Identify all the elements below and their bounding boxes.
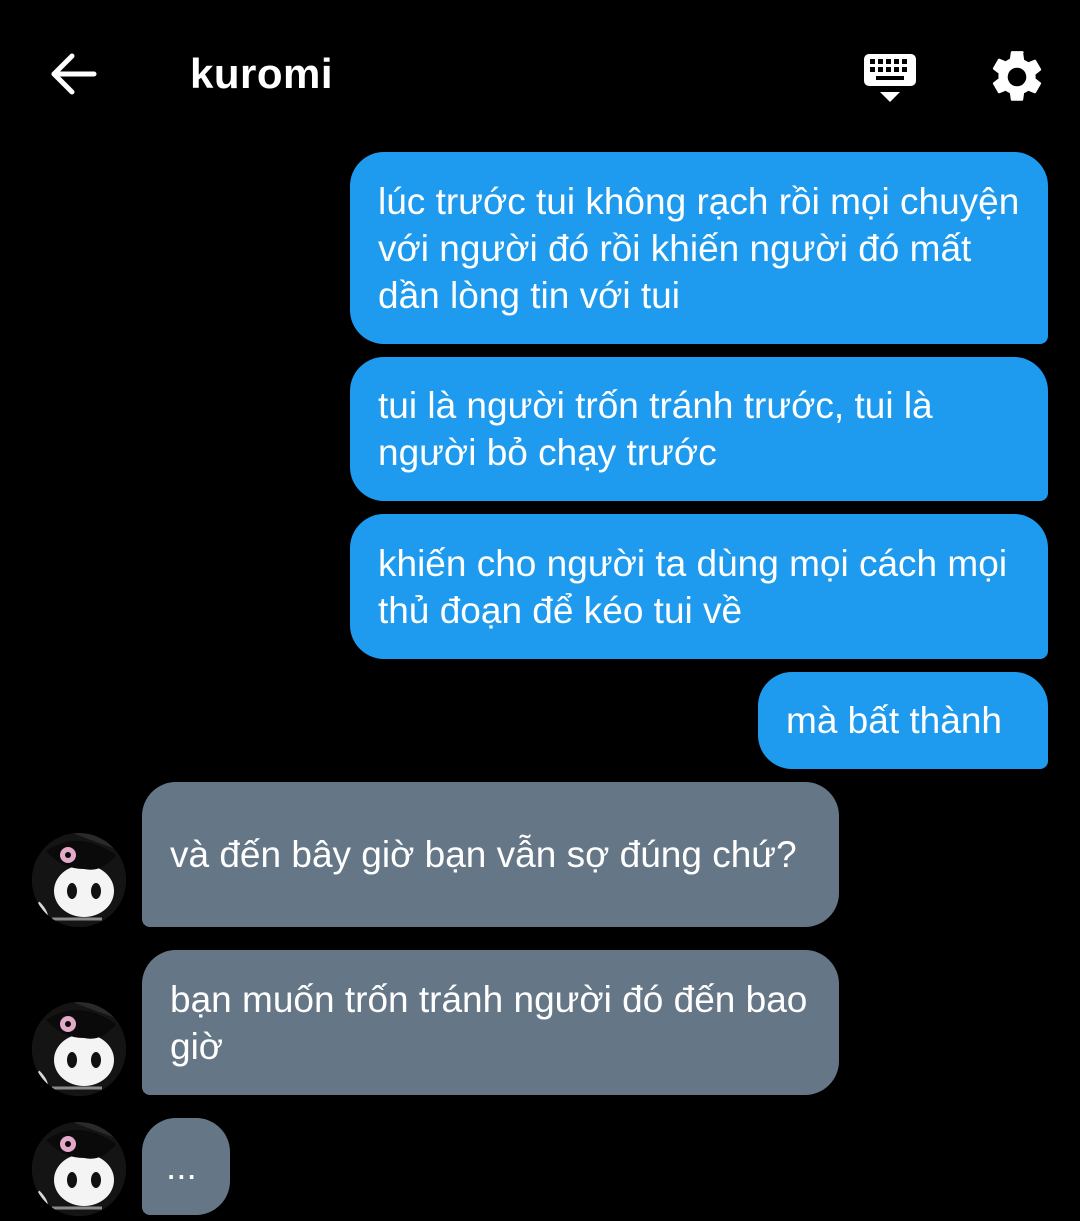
message-text: khiến cho người ta dùng mọi cách mọi thủ… (378, 542, 1008, 631)
chat-header: kuromi (0, 0, 1080, 140)
message-bubble-sent[interactable]: mà bất thành (758, 672, 1048, 769)
message-text: mà bất thành (786, 700, 1002, 741)
keyboard-button[interactable] (858, 48, 922, 106)
message-text: và đến bây giờ bạn vẫn sợ đúng chứ? (170, 834, 797, 875)
message-bubble-received[interactable]: và đến bây giờ bạn vẫn sợ đúng chứ? (142, 782, 839, 927)
avatar[interactable] (32, 1002, 126, 1096)
avatar[interactable] (32, 1122, 126, 1216)
arrow-left-icon (51, 53, 97, 95)
message-text: ... (166, 1146, 197, 1187)
avatar[interactable] (32, 833, 126, 927)
message-bubble-sent[interactable]: lúc trước tui không rạch rồi mọi chuyện … (350, 152, 1048, 344)
typing-indicator-bubble: ... (142, 1118, 230, 1215)
message-bubble-sent[interactable]: tui là người trốn tránh trước, tui là ng… (350, 357, 1048, 501)
kuromi-avatar-icon (32, 1002, 126, 1096)
settings-button[interactable] (986, 46, 1048, 108)
back-button[interactable] (44, 46, 104, 102)
message-bubble-received[interactable]: bạn muốn trốn tránh người đó đến bao giờ (142, 950, 839, 1095)
message-text: bạn muốn trốn tránh người đó đến bao giờ (170, 978, 808, 1067)
message-text: tui là người trốn tránh trước, tui là ng… (378, 385, 933, 473)
kuromi-avatar-icon (32, 1122, 126, 1216)
keyboard-icon (864, 54, 916, 102)
gear-icon (992, 51, 1042, 101)
message-bubble-sent[interactable]: khiến cho người ta dùng mọi cách mọi thủ… (350, 514, 1048, 659)
message-text: lúc trước tui không rạch rồi mọi chuyện … (378, 180, 1020, 316)
kuromi-avatar-icon (32, 833, 126, 927)
chat-title: kuromi (190, 50, 334, 97)
